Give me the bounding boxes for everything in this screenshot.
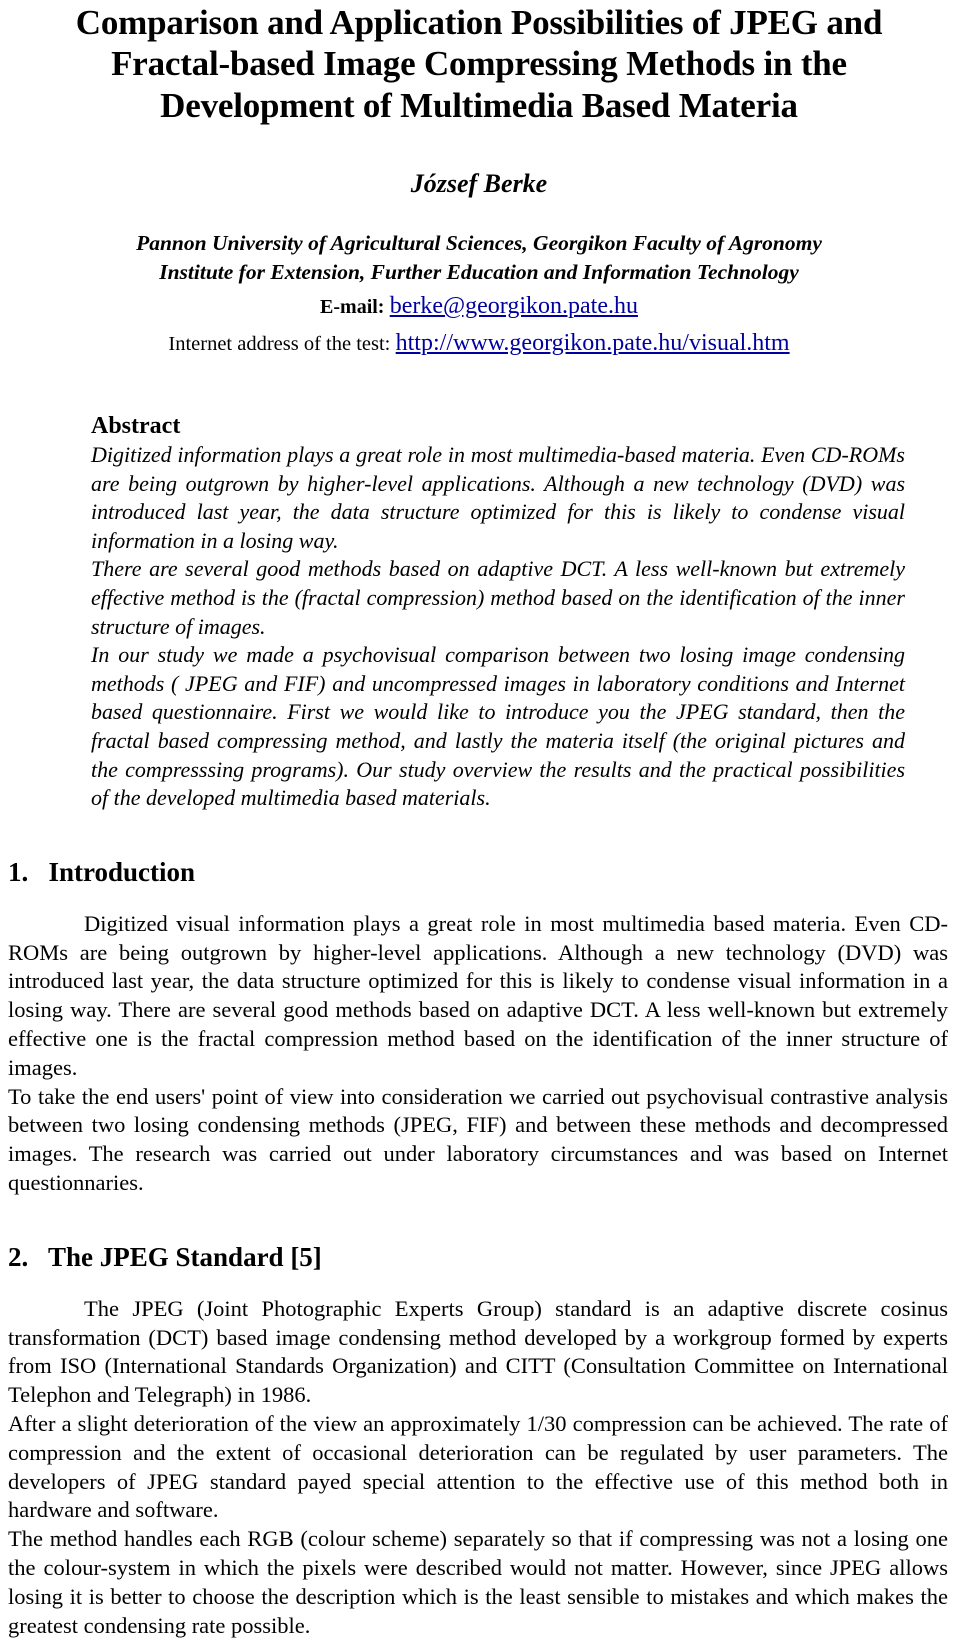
author-name: József Berke xyxy=(410,168,548,198)
section-paragraph: The JPEG (Joint Photographic Experts Gro… xyxy=(8,1295,948,1408)
affiliation-block: Pannon University of Agricultural Scienc… xyxy=(8,229,950,287)
title-line-3: Development of Multimedia Based Materia xyxy=(160,85,798,125)
abstract-section: Abstract Digitized information plays a g… xyxy=(91,413,905,813)
test-address-label: Internet address of the test: xyxy=(168,332,391,355)
affiliation-line-1: Pannon University of Agricultural Scienc… xyxy=(136,231,822,256)
abstract-heading: Abstract xyxy=(91,412,181,439)
section-paragraph: The method handles each RGB (colour sche… xyxy=(8,1526,948,1638)
test-address-line: Internet address of the test: http://www… xyxy=(8,326,950,361)
affiliation-line-2: Institute for Extension, Further Educati… xyxy=(159,260,799,285)
section-paragraph: Digitized visual information plays a gre… xyxy=(8,910,948,1080)
email-link[interactable]: berke@georgikon.pate.hu xyxy=(390,293,638,319)
abstract-paragraph: There are several good methods based on … xyxy=(91,556,905,639)
section-paragraph: After a slight deterioration of the view… xyxy=(8,1411,948,1523)
email-line: E-mail: berke@georgikon.pate.hu xyxy=(8,289,950,324)
section-heading-introduction: 1. Introduction xyxy=(8,856,196,887)
document-page: Comparison and Application Possibilities… xyxy=(0,0,960,1638)
test-address-link[interactable]: http://www.georgikon.pate.hu/visual.htm xyxy=(396,330,790,356)
abstract-paragraph: In our study we made a psychovisual comp… xyxy=(91,642,905,811)
section-paragraph: To take the end users' point of view int… xyxy=(8,1083,948,1196)
abstract-paragraph: Digitized information plays a great role… xyxy=(91,442,905,553)
title-line-2: Fractal-based Image Compressing Methods … xyxy=(111,44,847,84)
email-label: E-mail: xyxy=(320,296,385,319)
page-title: Comparison and Application Possibilities… xyxy=(8,0,950,126)
section-heading-jpeg-standard: 2. The JPEG Standard [5] xyxy=(8,1241,322,1272)
title-line-1: Comparison and Application Possibilities… xyxy=(75,3,883,42)
